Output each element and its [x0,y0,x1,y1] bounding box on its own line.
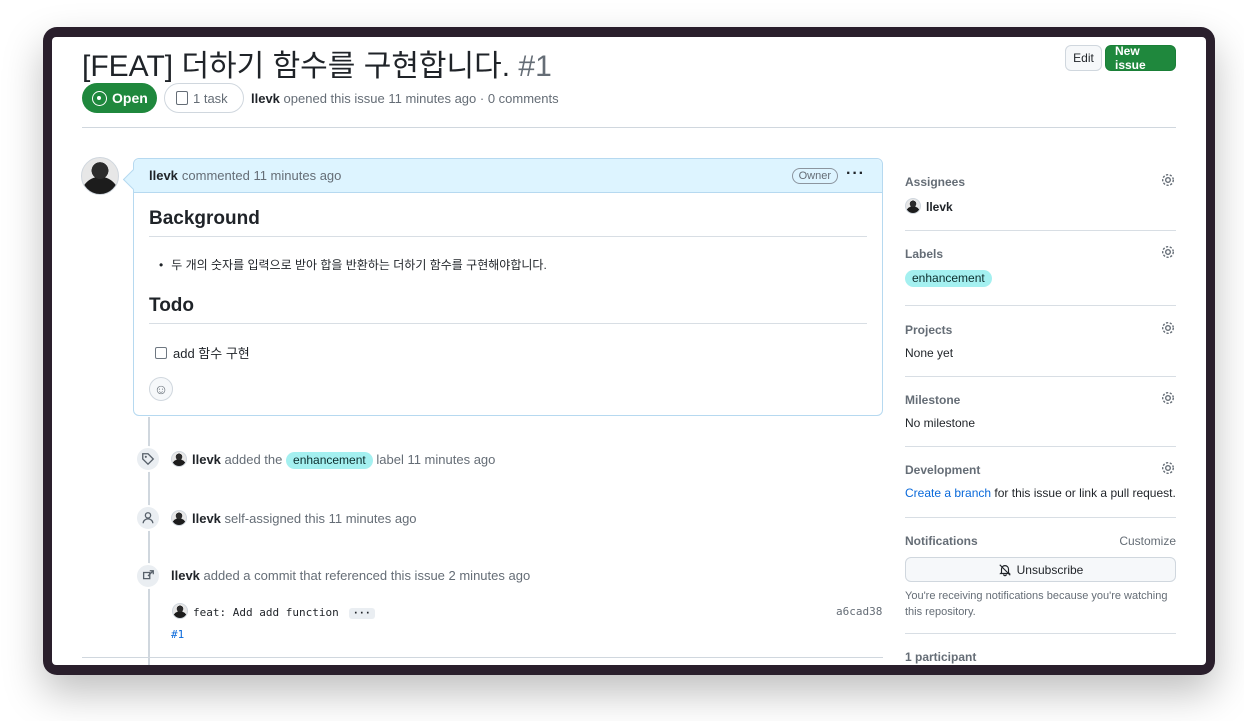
issue-comment: llevk commented 11 minutes ago Owner ···… [133,158,883,416]
task-progress-pill[interactable]: 1 task [164,83,244,113]
label-enhancement[interactable]: enhancement [286,452,373,469]
event-author-link[interactable]: llevk [192,511,221,526]
sidebar-divider [905,376,1176,377]
gear-icon[interactable] [1160,460,1176,476]
label-enhancement[interactable]: enhancement [905,270,992,287]
bullet-item: 두 개의 숫자를 입력으로 받아 합을 반환하는 더하기 함수를 구현해야합니다… [159,256,547,273]
comment-author-link[interactable]: llevk [149,168,178,183]
sidebar-labels: Labels enhancement [905,244,1176,287]
issue-author-link[interactable]: llevk [251,91,280,106]
avatar[interactable] [171,451,187,467]
sidebar-development: Development Create a branch for this iss… [905,460,1176,500]
create-branch-link[interactable]: Create a branch [905,486,991,500]
timeline-event-assigned: llevk self-assigned this 11 minutes ago [171,510,417,526]
event-text[interactable]: label 11 minutes ago [376,452,495,467]
event-text[interactable]: self-assigned this 11 minutes ago [225,511,417,526]
task-list-item: add 함수 구현 [155,343,250,362]
comment-header: llevk commented 11 minutes ago Owner ··· [134,159,882,193]
issue-ref-link[interactable]: #1 [171,628,184,641]
milestone-value: No milestone [905,416,976,430]
gear-icon[interactable] [1160,244,1176,260]
event-author-link[interactable]: llevk [171,568,200,583]
development-heading: Development [905,463,981,477]
assignee-name: llevk [926,200,953,214]
customize-link[interactable]: Customize [1119,534,1176,548]
development-text: for this issue or link a pull request. [991,486,1176,500]
unsubscribe-button[interactable]: Unsubscribe [905,557,1176,582]
issue-open-icon [92,90,107,106]
comment-time[interactable]: commented 11 minutes ago [182,168,341,183]
sidebar-notifications: Notifications Customize Unsubscribe You'… [905,534,1176,620]
tag-icon [135,446,161,472]
sidebar-divider [905,305,1176,306]
timeline-bottom-divider [82,657,883,658]
event-author-link[interactable]: llevk [192,452,221,467]
state-label: Open [112,90,148,106]
labels-heading: Labels [905,247,944,261]
sidebar-participants: 1 participant [905,650,1176,664]
commit-row: feat: Add add function ··· [172,603,375,619]
gear-icon[interactable] [1160,320,1176,336]
assignee-item[interactable]: llevk [905,198,1176,214]
issue-opened-text: opened this issue 11 minutes ago · 0 com… [283,91,559,106]
state-badge: Open [82,83,157,113]
sidebar-assignees: Assignees llevk [905,172,1176,214]
participants-heading: 1 participant [905,650,977,664]
checklist-icon [176,91,188,105]
sidebar-divider [905,517,1176,518]
issue-title: [FEAT] 더하기 함수를 구현합니다. #1 [82,41,552,85]
avatar[interactable] [172,603,188,619]
sidebar-projects: Projects None yet [905,320,1176,360]
avatar[interactable] [171,510,187,526]
cross-reference-icon [135,563,161,589]
heading-background: Background [149,208,867,237]
timeline-event-referenced: llevk added a commit that referenced thi… [171,568,530,583]
avatar[interactable] [81,157,119,195]
sidebar-divider [905,633,1176,634]
sidebar-divider [905,230,1176,231]
bell-slash-icon [998,563,1011,576]
projects-heading: Projects [905,323,953,337]
assignees-heading: Assignees [905,175,966,189]
task-count: 1 task [193,90,228,106]
notifications-note: You're receiving notifications because y… [905,590,1168,618]
sidebar-milestone: Milestone No milestone [905,390,1176,430]
person-icon [135,505,161,531]
task-checkbox[interactable] [155,346,167,359]
projects-value: None yet [905,346,954,360]
heading-todo: Todo [149,295,867,324]
owner-badge: Owner [791,168,838,184]
expand-commit-button[interactable]: ··· [348,608,375,619]
gear-icon[interactable] [1160,390,1176,406]
add-reaction-icon[interactable]: ☺ [149,377,173,401]
commit-message-link[interactable]: feat: Add add function [193,606,339,619]
avatar [905,198,921,214]
issue-number: #1 [518,50,552,83]
event-text: added the [224,452,283,467]
issue-page: [FEAT] 더하기 함수를 구현합니다. #1 Edit New issue … [52,37,1206,665]
task-label: add 함수 구현 [173,346,250,361]
gear-icon[interactable] [1160,172,1176,188]
new-issue-button[interactable]: New issue [1105,44,1176,72]
kebab-menu-icon[interactable]: ··· [846,165,865,183]
milestone-heading: Milestone [905,393,961,407]
issue-title-text: [FEAT] 더하기 함수를 구현합니다. [82,50,511,83]
timeline-event-labeled: llevk added the enhancement label 11 min… [171,451,495,469]
edit-button[interactable]: Edit [1065,45,1102,71]
header-divider [82,127,1176,128]
event-text[interactable]: added a commit that referenced this issu… [204,568,531,583]
sidebar-divider [905,446,1176,447]
commit-sha-link[interactable]: a6cad38 [836,605,882,618]
issue-meta: llevk opened this issue 11 minutes ago ·… [251,91,559,106]
unsubscribe-label: Unsubscribe [1016,562,1084,577]
